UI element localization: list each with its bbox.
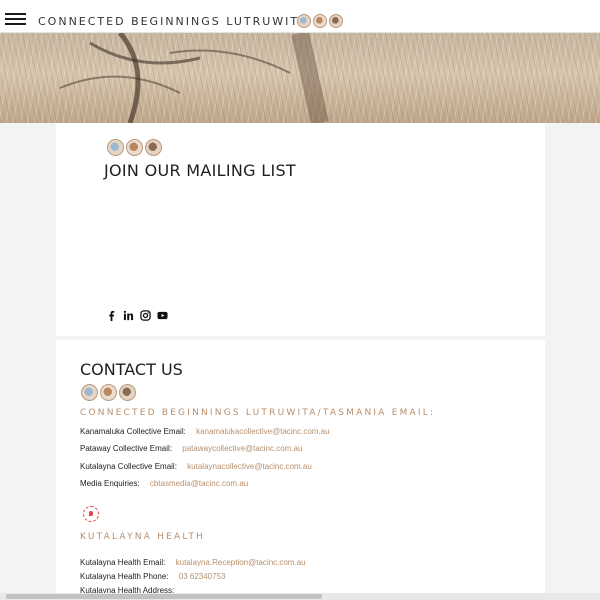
header-badges (297, 14, 343, 28)
contact-section: CONTACT US CONNECTED BEGINNINGS LUTRUWIT… (56, 340, 545, 600)
youtube-icon[interactable] (157, 310, 168, 321)
top-bar: CONNECTED BEGINNINGS LUTRUWITA (0, 0, 600, 33)
health-logo-icon (83, 506, 99, 522)
email-link[interactable]: kutalayna.Reception@tacinc.com.au (176, 558, 306, 567)
mailing-badges (107, 139, 162, 156)
contact-row: Media Enquiries: cbtasmedia@tacinc.com.a… (80, 479, 248, 488)
contact-row: Kutalayna Collective Email: kutalaynacol… (80, 462, 312, 471)
contact-title: CONTACT US (80, 360, 183, 379)
contact-label: Kutalayna Collective Email: (80, 462, 177, 471)
contact-row: Kutalayna Health Email: kutalayna.Recept… (80, 558, 306, 567)
badge-orange-icon (126, 139, 143, 156)
contact-label: Kutalayna Health Phone: (80, 572, 169, 581)
contact-row: Kutalayna Health Phone: 03 62340753 (80, 572, 225, 581)
email-heading: CONNECTED BEGINNINGS LUTRUWITA/TASMANIA … (80, 408, 436, 418)
mailing-list-title: JOIN OUR MAILING LIST (104, 161, 297, 180)
hero-banner-image (0, 33, 600, 123)
badge-brown-icon (329, 14, 343, 28)
scrollbar-thumb[interactable] (6, 594, 322, 599)
badge-blue-icon (297, 14, 311, 28)
contact-label: Kanamaluka Collective Email: (80, 427, 186, 436)
email-link[interactable]: patawaycollective@tacinc.com.au (182, 444, 302, 453)
linkedin-icon[interactable] (123, 310, 134, 321)
badge-brown-icon (145, 139, 162, 156)
contact-label: Kutalayna Health Email: (80, 558, 166, 567)
contact-label: Media Enquiries: (80, 479, 140, 488)
phone-link[interactable]: 03 62340753 (179, 572, 226, 581)
badge-orange-icon (100, 384, 117, 401)
health-heading: KUTALAYNA HEALTH (80, 532, 205, 542)
site-title[interactable]: CONNECTED BEGINNINGS LUTRUWITA (38, 15, 308, 28)
badge-blue-icon (107, 139, 124, 156)
hamburger-menu-icon[interactable] (5, 13, 26, 26)
facebook-icon[interactable] (106, 310, 117, 321)
contact-badges (81, 384, 136, 401)
email-link[interactable]: kanamalukacollective@tacinc.com.au (196, 427, 330, 436)
email-link[interactable]: cbtasmedia@tacinc.com.au (150, 479, 248, 488)
contact-row: Kanamaluka Collective Email: kanamalukac… (80, 427, 330, 436)
social-links (106, 310, 168, 321)
badge-brown-icon (119, 384, 136, 401)
mailing-list-section: JOIN OUR MAILING LIST (56, 123, 545, 336)
horizontal-scrollbar[interactable] (0, 593, 600, 600)
instagram-icon[interactable] (140, 310, 151, 321)
contact-label: Pataway Collective Email: (80, 444, 173, 453)
badge-blue-icon (81, 384, 98, 401)
contact-row: Pataway Collective Email: patawaycollect… (80, 444, 302, 453)
email-link[interactable]: kutalaynacollective@tacinc.com.au (187, 462, 312, 471)
badge-orange-icon (313, 14, 327, 28)
